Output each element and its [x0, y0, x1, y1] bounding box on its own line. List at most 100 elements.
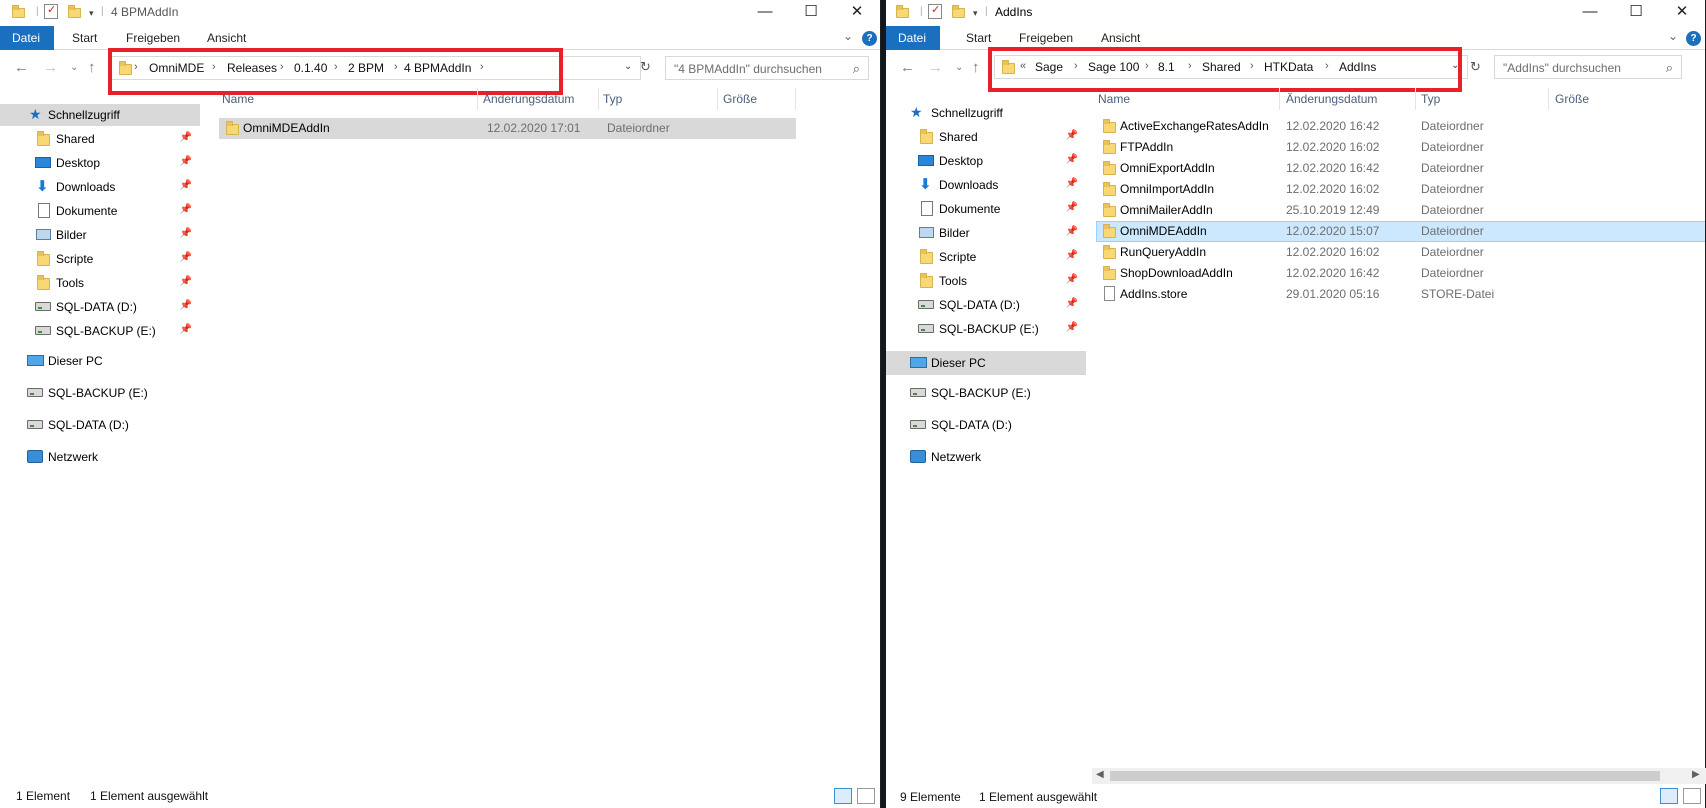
pin-icon[interactable]: 📌: [1066, 250, 1078, 261]
search-icon[interactable]: ⌕: [853, 61, 860, 77]
tab-file[interactable]: Datei: [0, 26, 54, 50]
column-divider[interactable]: [598, 88, 599, 110]
column-divider[interactable]: [1279, 88, 1280, 110]
pin-icon[interactable]: 📌: [1066, 298, 1078, 309]
close-button[interactable]: ✕: [834, 0, 880, 26]
minimize-button[interactable]: —: [1567, 0, 1613, 26]
refresh-icon[interactable]: ↻: [1470, 59, 1481, 75]
help-icon[interactable]: ?: [862, 31, 877, 46]
file-row[interactable]: OmniMailerAddIn 25.10.2019 12:49 Dateior…: [1092, 200, 1705, 221]
pin-icon[interactable]: 📌: [1066, 322, 1078, 333]
nav-pinned-pictures[interactable]: Bilder 📌: [0, 224, 200, 246]
nav-pinned-sql-backup[interactable]: SQL-BACKUP (E:) 📌: [0, 320, 200, 342]
nav-pinned-shared[interactable]: Shared 📌: [886, 126, 1086, 148]
file-row[interactable]: OmniExportAddIn 12.02.2020 16:42 Dateior…: [1092, 158, 1705, 179]
nav-drive-sql-backup[interactable]: SQL-BACKUP (E:): [886, 382, 1086, 404]
maximize-button[interactable]: ☐: [788, 0, 834, 26]
column-header-date[interactable]: Änderungsdatum: [483, 88, 574, 110]
pin-icon[interactable]: 📌: [1066, 178, 1078, 189]
ribbon-expand-chevron-icon[interactable]: ⌄: [1668, 29, 1678, 43]
file-row[interactable]: AddIns.store 29.01.2020 05:16 STORE-Date…: [1092, 284, 1705, 305]
back-button[interactable]: ←: [900, 59, 915, 76]
file-row[interactable]: OmniMDEAddIn 12.02.2020 15:07 Dateiordne…: [1096, 221, 1705, 242]
column-header-name[interactable]: Name: [1098, 88, 1130, 110]
file-row[interactable]: OmniImportAddIn 12.02.2020 16:02 Dateior…: [1092, 179, 1705, 200]
minimize-button[interactable]: —: [742, 0, 788, 26]
nav-pinned-documents[interactable]: Dokumente 📌: [886, 198, 1086, 220]
nav-drive-sql-backup[interactable]: SQL-BACKUP (E:): [0, 382, 200, 404]
nav-drive-sql-data[interactable]: SQL-DATA (D:): [0, 414, 200, 436]
new-folder-icon[interactable]: [950, 4, 966, 20]
nav-this-pc[interactable]: Dieser PC: [0, 350, 200, 372]
file-row[interactable]: ActiveExchangeRatesAddIn 12.02.2020 16:4…: [1092, 116, 1705, 137]
nav-pinned-tools[interactable]: Tools 📌: [886, 270, 1086, 292]
properties-icon[interactable]: ✓: [44, 4, 58, 19]
column-header-type[interactable]: Typ: [603, 88, 622, 110]
details-view-button[interactable]: [1660, 788, 1678, 804]
search-box[interactable]: "4 BPMAddIn" durchsuchen ⌕: [665, 56, 869, 80]
pin-icon[interactable]: 📌: [180, 276, 192, 287]
column-divider[interactable]: [1415, 88, 1416, 110]
column-header-type[interactable]: Typ: [1421, 88, 1440, 110]
file-row[interactable]: RunQueryAddIn 12.02.2020 16:02 Dateiordn…: [1092, 242, 1705, 263]
column-divider[interactable]: [795, 88, 796, 110]
horizontal-scrollbar[interactable]: ◀ ▶: [1092, 768, 1706, 784]
pin-icon[interactable]: 📌: [1066, 274, 1078, 285]
pin-icon[interactable]: 📌: [180, 132, 192, 143]
column-header-date[interactable]: Änderungsdatum: [1286, 88, 1377, 110]
pin-icon[interactable]: 📌: [180, 204, 192, 215]
details-view-button[interactable]: [834, 788, 852, 804]
pin-icon[interactable]: 📌: [180, 156, 192, 167]
pin-icon[interactable]: 📌: [1066, 202, 1078, 213]
tab-view[interactable]: Ansicht: [195, 26, 258, 50]
nav-pinned-scripts[interactable]: Scripte 📌: [0, 248, 200, 270]
tab-file[interactable]: Datei: [886, 26, 940, 50]
nav-pinned-tools[interactable]: Tools 📌: [0, 272, 200, 294]
maximize-button[interactable]: ☐: [1613, 0, 1659, 26]
recent-locations-chevron-icon[interactable]: ⌄: [955, 62, 963, 73]
nav-pinned-sql-data[interactable]: SQL-DATA (D:) 📌: [886, 294, 1086, 316]
nav-quick-access[interactable]: ★ Schnellzugriff: [0, 104, 200, 126]
nav-pinned-documents[interactable]: Dokumente 📌: [0, 200, 200, 222]
nav-this-pc[interactable]: Dieser PC: [886, 351, 1086, 375]
large-icons-view-button[interactable]: [1683, 788, 1701, 804]
large-icons-view-button[interactable]: [857, 788, 875, 804]
scroll-right-arrow-icon[interactable]: ▶: [1692, 769, 1700, 780]
nav-network[interactable]: Netzwerk: [0, 446, 200, 468]
address-dropdown-icon[interactable]: ⌄: [624, 61, 632, 72]
tab-share[interactable]: Freigeben: [114, 26, 192, 50]
column-header-size[interactable]: Größe: [723, 88, 757, 110]
column-header-name[interactable]: Name: [222, 88, 254, 110]
nav-quick-access[interactable]: ★ Schnellzugriff: [886, 102, 1086, 124]
nav-network[interactable]: Netzwerk: [886, 446, 1086, 468]
pin-icon[interactable]: 📌: [1066, 130, 1078, 141]
file-row[interactable]: FTPAddIn 12.02.2020 16:02 Dateiordner: [1092, 137, 1705, 158]
column-divider[interactable]: [717, 88, 718, 110]
up-button[interactable]: ↑: [972, 59, 980, 76]
up-button[interactable]: ↑: [88, 59, 96, 76]
pin-icon[interactable]: 📌: [180, 324, 192, 335]
recent-locations-chevron-icon[interactable]: ⌄: [70, 62, 78, 73]
refresh-icon[interactable]: ↻: [640, 59, 651, 75]
pin-icon[interactable]: 📌: [180, 300, 192, 311]
help-icon[interactable]: ?: [1686, 31, 1701, 46]
nav-pinned-desktop[interactable]: Desktop 📌: [886, 150, 1086, 172]
column-header-size[interactable]: Größe: [1555, 88, 1589, 110]
back-button[interactable]: ←: [14, 59, 29, 76]
pin-icon[interactable]: 📌: [180, 252, 192, 263]
nav-pinned-sql-data[interactable]: SQL-DATA (D:) 📌: [0, 296, 200, 318]
pin-icon[interactable]: 📌: [1066, 154, 1078, 165]
nav-pinned-downloads[interactable]: ⬇ Downloads 📌: [886, 174, 1086, 196]
new-folder-icon[interactable]: [66, 4, 82, 20]
column-divider[interactable]: [477, 88, 478, 110]
search-icon[interactable]: ⌕: [1666, 60, 1673, 76]
nav-pinned-desktop[interactable]: Desktop 📌: [0, 152, 200, 174]
nav-pinned-pictures[interactable]: Bilder 📌: [886, 222, 1086, 244]
close-button[interactable]: ✕: [1659, 0, 1705, 26]
forward-button[interactable]: →: [928, 59, 943, 76]
file-row[interactable]: ShopDownloadAddIn 12.02.2020 16:42 Datei…: [1092, 263, 1705, 284]
forward-button[interactable]: →: [43, 59, 58, 76]
pin-icon[interactable]: 📌: [1066, 226, 1078, 237]
file-row[interactable]: OmniMDEAddIn 12.02.2020 17:01 Dateiordne…: [219, 118, 796, 139]
nav-pinned-shared[interactable]: Shared 📌: [0, 128, 200, 150]
